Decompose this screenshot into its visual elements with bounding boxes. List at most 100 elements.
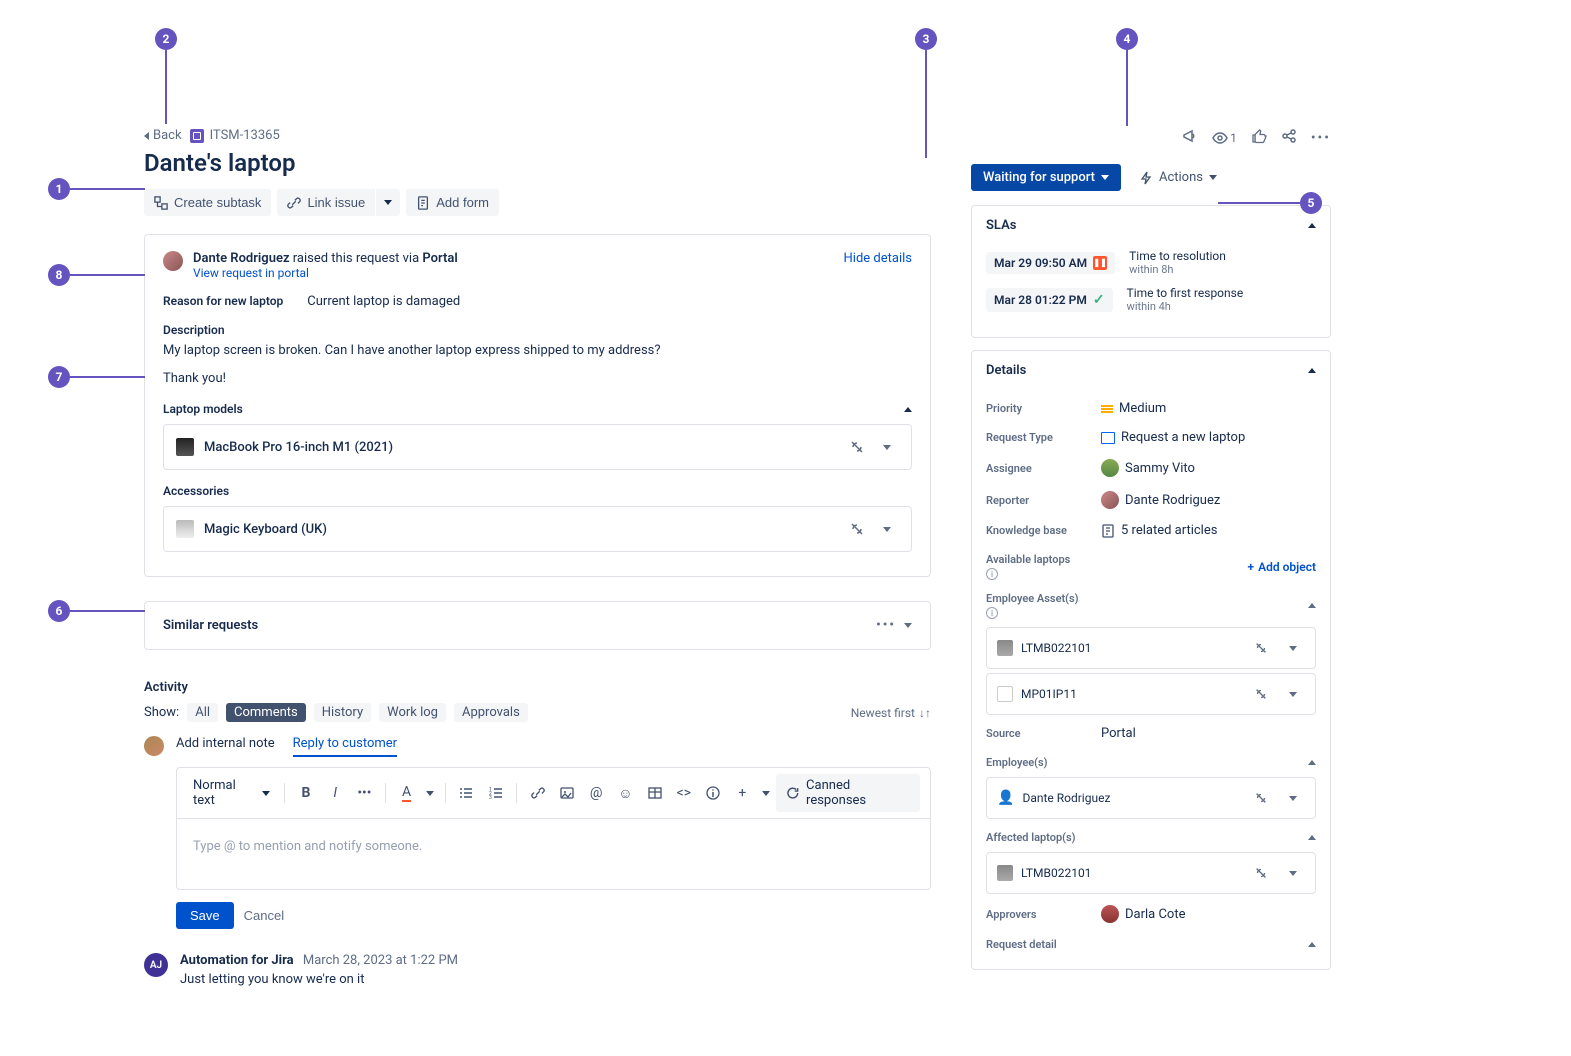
- info-icon[interactable]: i: [986, 607, 998, 619]
- back-button[interactable]: Back: [144, 128, 182, 143]
- reporter-value[interactable]: Dante Rodriguez: [1101, 491, 1316, 509]
- more-actions-icon[interactable]: •••: [1311, 130, 1331, 146]
- phone-thumb-icon: [997, 686, 1013, 702]
- view-in-portal-link[interactable]: View request in portal: [193, 266, 834, 280]
- text-style-select[interactable]: Normal text: [187, 774, 276, 812]
- approvers-value[interactable]: Darla Cote: [1101, 905, 1316, 923]
- add-object-button[interactable]: + Add object: [1248, 560, 1316, 574]
- accessories-heading[interactable]: Accessories: [163, 484, 912, 498]
- reason-value: Current laptop is damaged: [307, 294, 460, 309]
- chevron-up-icon[interactable]: [1308, 603, 1316, 608]
- unlink-icon[interactable]: [1249, 636, 1273, 660]
- chevron-down-icon[interactable]: [904, 623, 912, 628]
- watch-button[interactable]: 1: [1212, 130, 1237, 146]
- unlink-icon[interactable]: [1249, 861, 1273, 885]
- reply-customer-tab[interactable]: Reply to customer: [293, 736, 397, 757]
- reporter-label: Reporter: [986, 494, 1101, 507]
- callout-8: 8: [48, 264, 70, 286]
- hide-details-link[interactable]: Hide details: [844, 251, 912, 266]
- request-detail-heading[interactable]: Request detail: [986, 930, 1316, 955]
- link-issue-button[interactable]: Link issue: [277, 189, 375, 216]
- laptop-model-name: MacBook Pro 16-inch M1 (2021): [204, 440, 835, 455]
- available-laptops-heading: Available laptops i + Add object: [986, 545, 1316, 584]
- feedback-icon[interactable]: [1182, 128, 1198, 148]
- code-button[interactable]: <>: [671, 780, 696, 806]
- asset-chevron[interactable]: [1281, 861, 1305, 885]
- create-subtask-button[interactable]: Create subtask: [144, 189, 271, 216]
- chevron-up-icon[interactable]: [1308, 835, 1316, 840]
- unlink-icon[interactable]: [1249, 786, 1273, 810]
- sla-panel-head[interactable]: SLAs: [972, 206, 1330, 245]
- laptop-model-card[interactable]: MacBook Pro 16-inch M1 (2021): [163, 424, 912, 470]
- assignee-value[interactable]: Sammy Vito: [1101, 459, 1316, 477]
- asset-chevron[interactable]: [1281, 636, 1305, 660]
- sort-icon: ↓↑: [919, 706, 931, 720]
- canned-label: Canned responses: [806, 778, 910, 808]
- text-color-button[interactable]: A: [394, 780, 419, 806]
- employee-asset-item[interactable]: MP01IP11: [986, 673, 1316, 715]
- image-button[interactable]: [554, 780, 579, 806]
- subtask-icon: [154, 196, 168, 210]
- priority-value[interactable]: Medium: [1101, 401, 1316, 416]
- similar-requests-panel[interactable]: Similar requests •••: [144, 601, 931, 650]
- employee-asset-item[interactable]: LTMB022101: [986, 627, 1316, 669]
- italic-button[interactable]: I: [323, 780, 348, 806]
- canned-responses-button[interactable]: Canned responses: [776, 774, 920, 812]
- issue-key-link[interactable]: ITSM-13365: [190, 128, 280, 143]
- asset-chevron[interactable]: [1281, 786, 1305, 810]
- assignee-avatar: [1101, 459, 1119, 477]
- description-label: Description: [163, 323, 912, 337]
- status-dropdown[interactable]: Waiting for support: [971, 164, 1121, 191]
- save-button[interactable]: Save: [176, 902, 234, 929]
- tab-worklog[interactable]: Work log: [379, 703, 446, 722]
- tab-history[interactable]: History: [314, 703, 371, 722]
- tab-all[interactable]: All: [187, 703, 218, 722]
- share-icon[interactable]: [1281, 128, 1297, 148]
- actions-dropdown[interactable]: Actions: [1131, 164, 1225, 191]
- editor-toolbar: Normal text B I ••• A: [177, 768, 930, 819]
- numbered-list-button[interactable]: 123: [483, 780, 508, 806]
- info-button[interactable]: [700, 780, 725, 806]
- add-form-button[interactable]: Add form: [406, 189, 499, 216]
- more-icon[interactable]: •••: [876, 618, 896, 633]
- kb-value[interactable]: 5 related articles: [1101, 523, 1316, 538]
- unlink-icon[interactable]: [1249, 682, 1273, 706]
- accessory-card[interactable]: Magic Keyboard (UK): [163, 506, 912, 552]
- employee-item[interactable]: 👤 Dante Rodriguez: [986, 777, 1316, 819]
- more-formatting-button[interactable]: •••: [352, 780, 377, 806]
- chevron-up-icon: [1308, 223, 1316, 228]
- person-icon: 👤: [997, 790, 1014, 806]
- mention-button[interactable]: @: [584, 780, 609, 806]
- unlink-icon[interactable]: [845, 435, 869, 459]
- editor-textarea[interactable]: Type @ to mention and notify someone.: [177, 819, 930, 889]
- asset-chevron[interactable]: [875, 435, 899, 459]
- chevron-up-icon[interactable]: [1308, 760, 1316, 765]
- laptop-models-heading[interactable]: Laptop models: [163, 402, 912, 416]
- plus-button[interactable]: +: [730, 780, 755, 806]
- color-chevron[interactable]: [423, 780, 437, 806]
- bullet-list-button[interactable]: [454, 780, 479, 806]
- asset-chevron[interactable]: [1281, 682, 1305, 706]
- cancel-button[interactable]: Cancel: [244, 908, 284, 923]
- request-type-value[interactable]: Request a new laptop: [1101, 430, 1316, 445]
- internal-note-tab[interactable]: Add internal note: [176, 736, 275, 757]
- tab-comments[interactable]: Comments: [226, 703, 306, 722]
- comment-tabs: Add internal note Reply to customer: [176, 736, 931, 757]
- affected-laptop-item[interactable]: LTMB022101: [986, 852, 1316, 894]
- issue-title[interactable]: Dante's laptop: [144, 149, 931, 177]
- details-panel-head[interactable]: Details: [972, 351, 1330, 390]
- unlink-icon[interactable]: [845, 517, 869, 541]
- emoji-button[interactable]: ☺: [613, 780, 638, 806]
- table-button[interactable]: [642, 780, 667, 806]
- asset-chevron[interactable]: [875, 517, 899, 541]
- link-issue-chevron[interactable]: [376, 189, 400, 216]
- employee-assets-heading: Employee Asset(s) i: [986, 584, 1316, 623]
- vote-icon[interactable]: [1251, 128, 1267, 148]
- plus-chevron[interactable]: [759, 780, 773, 806]
- info-icon[interactable]: i: [986, 568, 998, 580]
- watch-count: 1: [1230, 131, 1237, 145]
- tab-approvals[interactable]: Approvals: [454, 703, 528, 722]
- link-button[interactable]: [525, 780, 550, 806]
- sort-toggle[interactable]: Newest first ↓↑: [851, 706, 931, 720]
- bold-button[interactable]: B: [293, 780, 318, 806]
